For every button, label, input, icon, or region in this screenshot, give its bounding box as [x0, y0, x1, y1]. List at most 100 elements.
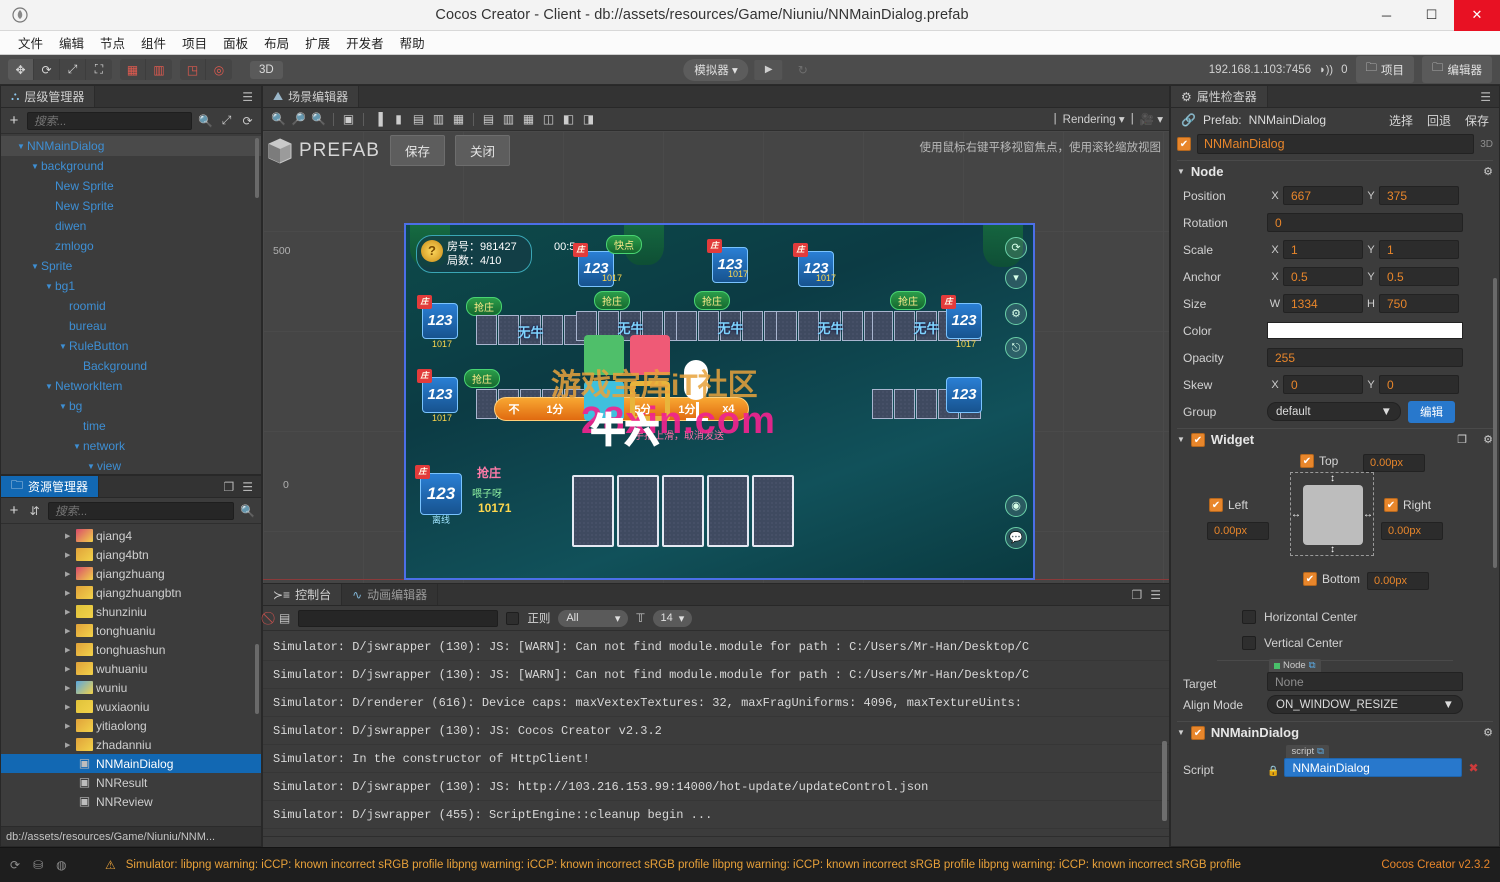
hierarchy-node-time[interactable]: •time — [1, 416, 261, 436]
duplicate-icon[interactable]: ❐ — [223, 480, 234, 494]
tasks-status-icon[interactable]: ⛁ — [33, 858, 43, 872]
target-input[interactable]: None — [1267, 672, 1463, 691]
chevron-right-icon[interactable]: ▶ — [65, 608, 76, 616]
assets-scrollbar[interactable] — [255, 644, 259, 714]
gear-icon[interactable]: ⚙ — [1483, 433, 1493, 446]
prefab-close-button[interactable]: 关闭 — [455, 135, 510, 166]
chevron-right-icon[interactable]: ▶ — [65, 741, 76, 749]
menu-item-component[interactable]: 组件 — [133, 31, 174, 54]
hierarchy-node-new-sprite[interactable]: •New Sprite — [1, 176, 261, 196]
hierarchy-node-bg1[interactable]: ▼bg1 — [1, 276, 261, 296]
hierarchy-node-nnmaindialog[interactable]: ▼NNMainDialog — [1, 136, 261, 156]
skew-y-input[interactable]: 0 — [1379, 375, 1459, 394]
zoom-reset-icon[interactable]: 🔍 — [309, 110, 328, 129]
hierarchy-node-rulebutton[interactable]: ▼RuleButton — [1, 336, 261, 356]
tab-scene-editor[interactable]: ⛰ 场景编辑器 — [263, 86, 359, 107]
menu-item-project[interactable]: 项目 — [174, 31, 215, 54]
prefab-select-button[interactable]: 选择 — [1389, 112, 1413, 129]
chevron-down-icon[interactable]: ▼ — [85, 462, 97, 471]
console-scrollbar[interactable] — [1162, 741, 1167, 821]
align-top-input[interactable]: 0.00px — [1363, 454, 1425, 472]
menu-item-file[interactable]: 文件 — [10, 31, 51, 54]
game-preview-canvas[interactable]: ? 房号：981427 局数：4/10 00:5 123 庄 1017 快点 1… — [404, 223, 1035, 580]
hierarchy-node-network[interactable]: ▼network — [1, 436, 261, 456]
group-select[interactable]: default ▼ — [1267, 402, 1401, 421]
search-icon[interactable]: 🔍 — [240, 504, 255, 518]
asset-item-qiangzhuangbtn[interactable]: ▶qiangzhuangbtn — [1, 583, 261, 602]
asset-item-nnreview[interactable]: ▣NNReview — [1, 792, 261, 811]
play-button[interactable]: ▶ — [755, 60, 783, 80]
align-mode-select[interactable]: ON_WINDOW_RESIZE ▼ — [1267, 695, 1463, 714]
align-left-checkbox[interactable]: ✔ — [1209, 498, 1223, 512]
widget-enabled-checkbox[interactable]: ✔ — [1191, 433, 1205, 447]
console-filter-input[interactable] — [298, 610, 498, 627]
asset-item-shunziniu[interactable]: ▶shunziniu — [1, 602, 261, 621]
rect-tool-icon[interactable]: ⛶ — [86, 59, 112, 80]
maximize-button[interactable]: ☐ — [1409, 0, 1454, 31]
hamburger-menu-icon[interactable]: ☰ — [242, 90, 253, 104]
asset-item-wuniu[interactable]: ▶wuniu — [1, 678, 261, 697]
chat-game-icon[interactable]: 💬 — [1005, 527, 1027, 549]
skew-x-input[interactable]: 0 — [1283, 375, 1363, 394]
zoom-in-icon[interactable]: 🔍 — [269, 110, 288, 129]
scale-y-input[interactable]: 1 — [1379, 240, 1459, 259]
spacing-h-icon[interactable]: ◫ — [539, 110, 558, 129]
distribute-v-icon[interactable]: ▦ — [519, 110, 538, 129]
chevron-down-icon[interactable]: ▼ — [43, 282, 55, 291]
rendering-dropdown[interactable]: Rendering ▾ — [1063, 112, 1125, 126]
open-editor-button[interactable]: 🗀 编辑器 — [1422, 56, 1492, 83]
hamburger-menu-icon[interactable]: ☰ — [242, 480, 253, 494]
chevron-right-icon[interactable]: ▶ — [65, 532, 76, 540]
asset-item-qiang4[interactable]: ▶qiang4 — [1, 526, 261, 545]
sort-icon[interactable]: ⇵ — [27, 504, 42, 518]
widget-section-header[interactable]: ▼ ✔ Widget ❐ ⚙ — [1177, 428, 1493, 450]
self-player-avatar[interactable]: 123 庄 — [420, 473, 462, 515]
info-status-icon[interactable]: ◍ — [56, 858, 66, 872]
distribute-h-icon[interactable]: ▥ — [499, 110, 518, 129]
node-enabled-checkbox[interactable]: ✔ — [1177, 137, 1191, 151]
align-right-input[interactable]: 0.00px — [1381, 522, 1443, 540]
regex-checkbox[interactable] — [506, 612, 519, 625]
toggle-3d-button[interactable]: 3D — [250, 61, 283, 79]
hierarchy-tree[interactable]: ▼NNMainDialog▼background•New Sprite•New … — [1, 134, 261, 471]
menu-item-edit[interactable]: 编辑 — [51, 31, 92, 54]
tab-console[interactable]: ≻≡ 控制台 — [263, 584, 342, 605]
anchor-tool-icon[interactable]: ▥ — [146, 59, 172, 80]
align-top-checkbox[interactable]: ✔ — [1300, 454, 1314, 468]
hierarchy-node-bg[interactable]: ▼bg — [1, 396, 261, 416]
console-log-line[interactable]: Simulator: D/jswrapper (130): JS: [WARN]… — [263, 633, 1169, 661]
player-avatar[interactable]: 123 庄 — [422, 377, 458, 413]
prefab-revert-button[interactable]: 回退 — [1427, 112, 1451, 129]
hierarchy-node-diwen[interactable]: •diwen — [1, 216, 261, 236]
hierarchy-node-background[interactable]: ▼background — [1, 156, 261, 176]
node-name-input[interactable]: NNMainDialog — [1197, 134, 1474, 154]
hierarchy-node-background[interactable]: •Background — [1, 356, 261, 376]
tab-inspector[interactable]: ⚙ 属性检查器 — [1171, 86, 1268, 107]
asset-item-nnresult[interactable]: ▣NNResult — [1, 773, 261, 792]
scene-viewport[interactable]: PREFAB 保存 关闭 使用鼠标右键平移视窗焦点，使用滚轮缩放视图 500 0… — [263, 131, 1169, 605]
asset-item-qiangzhuang[interactable]: ▶qiangzhuang — [1, 564, 261, 583]
menu-item-help[interactable]: 帮助 — [392, 31, 433, 54]
hamburger-menu-icon[interactable]: ☰ — [1150, 588, 1161, 602]
chevron-right-icon[interactable]: ▶ — [65, 627, 76, 635]
inspector-scrollbar[interactable] — [1493, 278, 1497, 568]
chevron-right-icon[interactable]: ▶ — [65, 646, 76, 654]
hierarchy-node-roomid[interactable]: •roomid — [1, 296, 261, 316]
prefab-link-icon[interactable]: 🔗 — [1181, 113, 1196, 127]
spacing-equal-icon[interactable]: ◨ — [579, 110, 598, 129]
anchor-y-input[interactable]: 0.5 — [1379, 267, 1459, 286]
asset-item-wuhuaniu[interactable]: ▶wuhuaniu — [1, 659, 261, 678]
asset-item-tonghuashun[interactable]: ▶tonghuashun — [1, 640, 261, 659]
align-left-icon[interactable]: ▐ — [369, 110, 388, 129]
copy-icon[interactable]: ❐ — [1457, 433, 1467, 446]
expand-icon[interactable]: ⤢ — [219, 113, 234, 128]
open-log-file-icon[interactable]: ▤ — [279, 611, 290, 625]
size-width-input[interactable]: 1334 — [1283, 294, 1363, 313]
align-center-h-icon[interactable]: ▮ — [389, 110, 408, 129]
asset-item-nnmaindialog[interactable]: ▣NNMainDialog — [1, 754, 261, 773]
exit-game-icon[interactable]: ⎋ — [1005, 337, 1027, 359]
scale-x-input[interactable]: 1 — [1283, 240, 1363, 259]
align-middle-v-icon[interactable]: ▦ — [449, 110, 468, 129]
console-log-line[interactable]: Simulator: D/renderer (616): Device caps… — [263, 689, 1169, 717]
local-coord-tool-icon[interactable]: ◳ — [180, 59, 206, 80]
